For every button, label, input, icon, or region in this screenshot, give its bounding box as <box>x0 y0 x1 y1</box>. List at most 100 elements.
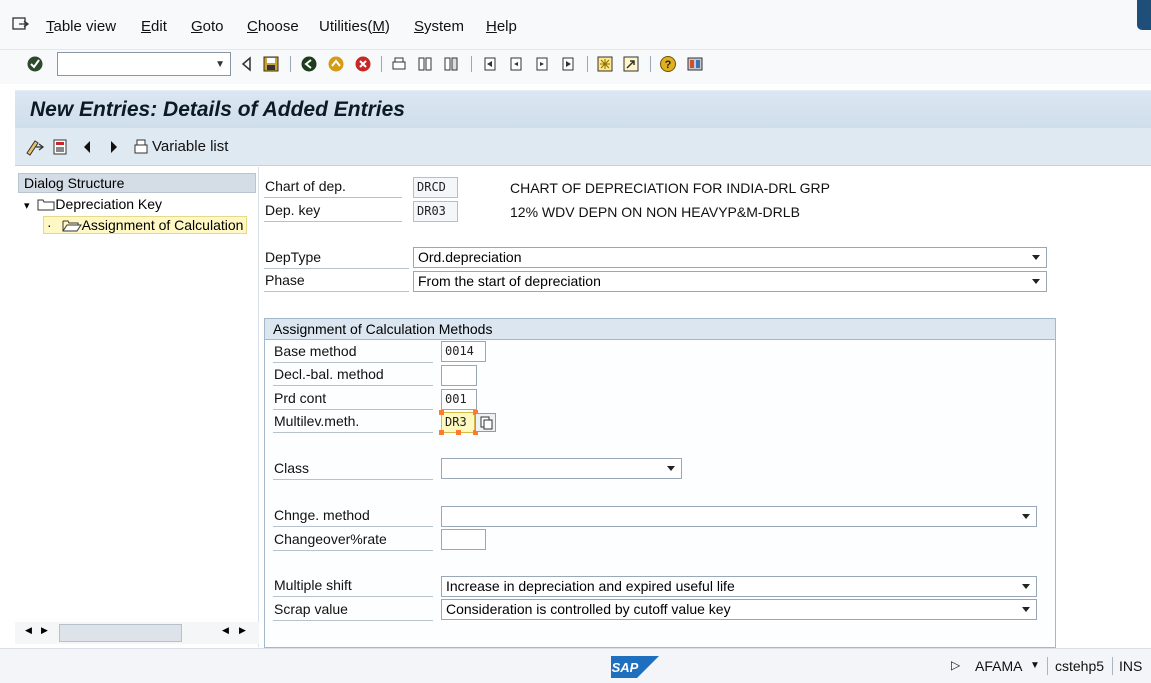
tree-node-depreciation-key[interactable]: ▾ Depreciation Key <box>24 196 162 212</box>
changeover-rate-input[interactable] <box>441 529 486 550</box>
exit-icon[interactable] <box>327 55 345 73</box>
tree-horizontal-scrollbar[interactable]: ◀ ▶ ◀ ▶ <box>15 622 259 644</box>
svg-text:?: ? <box>665 59 672 71</box>
previous-page-icon[interactable] <box>507 55 525 73</box>
tree-header: Dialog Structure <box>18 173 256 193</box>
dep-type-label: DepType <box>264 249 409 269</box>
cancel-icon[interactable] <box>354 55 372 73</box>
class-dropdown[interactable] <box>441 458 682 479</box>
status-bar: SAP ▷ AFAMA ▼ cstehp5 INS <box>0 648 1151 683</box>
chart-of-dep-field: DRCD <box>413 177 458 198</box>
back-green-icon[interactable] <box>300 55 318 73</box>
toolbar-separator <box>471 56 472 72</box>
find-next-icon[interactable] <box>442 55 460 73</box>
display-change-icon[interactable] <box>25 138 45 156</box>
dep-key-field: DR03 <box>413 201 458 222</box>
create-session-icon[interactable] <box>596 55 614 73</box>
toolbar-separator <box>587 56 588 72</box>
next-page-icon[interactable] <box>533 55 551 73</box>
chevron-down-icon[interactable]: ▼ <box>1030 660 1040 671</box>
menu-edit[interactable]: Edit <box>141 18 167 35</box>
multilev-meth-label: Multilev.meth. <box>273 413 433 433</box>
transaction-code[interactable]: AFAMA <box>975 658 1022 674</box>
dialog-structure-panel: Dialog Structure ▾ Depreciation Key · As… <box>15 167 259 647</box>
status-expand-icon[interactable]: ▷ <box>951 658 960 672</box>
command-field[interactable]: ▼ <box>57 52 231 76</box>
scroll-right-icon[interactable]: ▶ <box>239 625 246 636</box>
status-separator <box>1112 657 1113 675</box>
screen-title-bar: New Entries: Details of Added Entries <box>15 90 1151 128</box>
status-separator <box>1047 657 1048 675</box>
menu-goto[interactable]: Goto <box>191 18 224 35</box>
back-icon[interactable] <box>238 55 256 73</box>
system-menu-icon[interactable] <box>12 16 30 32</box>
svg-text:SAP: SAP <box>612 660 639 675</box>
previous-entry-icon[interactable] <box>81 138 93 156</box>
phase-dropdown[interactable]: From the start of depreciation <box>413 271 1047 292</box>
menu-system[interactable]: System <box>414 18 464 35</box>
variable-list-button[interactable]: Variable list <box>152 138 228 155</box>
enter-check-icon[interactable] <box>26 55 44 73</box>
chevron-down-icon[interactable] <box>1022 514 1030 519</box>
tree-bullet: · <box>47 217 52 233</box>
prd-cont-label: Prd cont <box>273 390 433 410</box>
scroll-right-icon[interactable]: ▶ <box>41 625 48 636</box>
variable-list-icon[interactable] <box>132 138 150 156</box>
scrap-value-label: Scrap value <box>273 601 433 621</box>
application-toolbar: Variable list <box>15 128 1151 166</box>
toolbar-separator <box>381 56 382 72</box>
insert-mode[interactable]: INS <box>1119 658 1142 674</box>
tree-node-label: Assignment of Calculation <box>81 217 244 233</box>
group-title: Assignment of Calculation Methods <box>265 319 1055 340</box>
base-method-label: Base method <box>273 343 433 363</box>
base-method-input[interactable]: 0014 <box>441 341 486 362</box>
selection-handle <box>439 410 444 415</box>
chevron-down-icon[interactable] <box>1022 584 1030 589</box>
selection-handle <box>439 430 444 435</box>
delete-entry-icon[interactable] <box>52 138 70 156</box>
phase-value: From the start of depreciation <box>418 273 601 289</box>
tree-node-assignment-of-calculation[interactable]: · Assignment of Calculation <box>43 216 248 234</box>
dep-key-description: 12% WDV DEPN ON NON HEAVYP&M-DRLB <box>510 204 800 220</box>
dep-type-value: Ord.depreciation <box>418 249 522 265</box>
save-icon[interactable] <box>262 55 280 73</box>
last-page-icon[interactable] <box>559 55 577 73</box>
print-icon[interactable] <box>390 55 408 73</box>
multiple-shift-dropdown[interactable]: Increase in depreciation and expired use… <box>441 576 1037 597</box>
value-help-icon <box>480 416 493 430</box>
chevron-down-icon[interactable] <box>1032 279 1040 284</box>
menu-help[interactable]: Help <box>486 18 517 35</box>
phase-label: Phase <box>264 272 409 292</box>
shortcut-icon[interactable] <box>622 55 640 73</box>
first-page-icon[interactable] <box>481 55 499 73</box>
sap-logo: SAP <box>611 656 659 678</box>
tree-expand-icon[interactable]: ▾ <box>24 200 30 212</box>
chevron-down-icon[interactable] <box>667 466 675 471</box>
menu-table-view[interactable]: Table view <box>46 18 116 35</box>
layout-menu-icon[interactable] <box>686 55 704 73</box>
help-icon[interactable]: ? <box>659 55 677 73</box>
window-corner <box>1137 0 1151 30</box>
open-folder-icon <box>62 220 82 232</box>
menu-choose[interactable]: Choose <box>247 18 299 35</box>
decl-bal-method-input[interactable] <box>441 365 477 386</box>
scrollbar-thumb[interactable] <box>59 624 182 642</box>
value-help-button[interactable] <box>475 413 496 432</box>
chnge-method-dropdown[interactable] <box>441 506 1037 527</box>
menu-utilities[interactable]: Utilities(M) <box>319 18 390 35</box>
scroll-left-icon[interactable]: ◀ <box>25 625 32 636</box>
menu-bar: Table view Edit Goto Choose Utilities(M)… <box>0 0 1151 50</box>
chevron-down-icon[interactable] <box>1032 255 1040 260</box>
scrap-value-dropdown[interactable]: Consideration is controlled by cutoff va… <box>441 599 1037 620</box>
decl-bal-method-label: Decl.-bal. method <box>273 366 433 386</box>
find-icon[interactable] <box>416 55 434 73</box>
chart-of-dep-label: Chart of dep. <box>264 178 402 198</box>
scroll-left-icon[interactable]: ◀ <box>222 625 229 636</box>
dep-type-dropdown[interactable]: Ord.depreciation <box>413 247 1047 268</box>
next-entry-icon[interactable] <box>108 138 120 156</box>
chnge-method-label: Chnge. method <box>273 507 433 527</box>
prd-cont-input[interactable]: 001 <box>441 389 477 410</box>
chevron-down-icon[interactable] <box>1022 607 1030 612</box>
chevron-down-icon[interactable]: ▼ <box>215 59 225 70</box>
server-name: cstehp5 <box>1055 658 1105 674</box>
